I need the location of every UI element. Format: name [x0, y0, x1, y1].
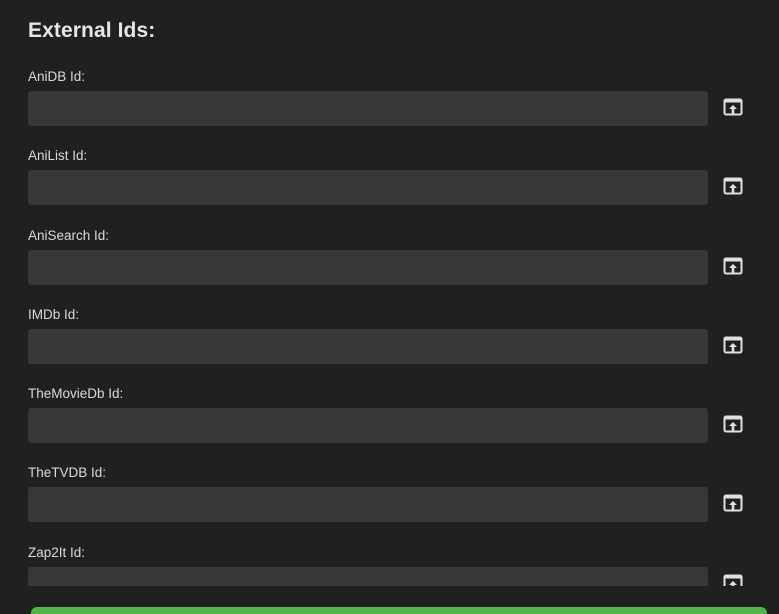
zap2it-id-field: Zap2It Id:: [28, 545, 758, 586]
imdb-id-field: IMDb Id:: [28, 307, 758, 367]
anisearch-id-field: AniSearch Id:: [28, 228, 758, 288]
anisearch-id-lookup-button[interactable]: [720, 252, 746, 280]
external-ids-page: External Ids: AniDB Id: AniList Id: AniS…: [0, 0, 779, 614]
imdb-id-lookup-button[interactable]: [720, 331, 746, 359]
themoviedb-id-input[interactable]: [28, 408, 708, 443]
external-ids-form[interactable]: External Ids: AniDB Id: AniList Id: AniS…: [0, 0, 779, 586]
anisearch-id-label: AniSearch Id:: [28, 228, 110, 243]
open-in-browser-icon: [723, 98, 743, 116]
imdb-id-label: IMDb Id:: [28, 307, 80, 322]
thetvdb-id-input[interactable]: [28, 487, 708, 522]
open-in-browser-icon: [723, 415, 743, 433]
zap2it-id-label: Zap2It Id:: [28, 545, 86, 560]
themoviedb-id-field: TheMovieDb Id:: [28, 386, 758, 446]
anilist-id-input[interactable]: [28, 170, 708, 205]
thetvdb-id-lookup-button[interactable]: [720, 489, 746, 517]
anisearch-id-input[interactable]: [28, 250, 708, 285]
open-in-browser-icon: [723, 336, 743, 354]
anilist-id-field: AniList Id:: [28, 148, 758, 208]
anilist-id-label: AniList Id:: [28, 148, 88, 163]
section-title: External Ids:: [28, 19, 156, 42]
thetvdb-id-field: TheTVDB Id:: [28, 465, 758, 525]
save-button[interactable]: [31, 607, 767, 614]
zap2it-id-input[interactable]: [28, 567, 708, 586]
imdb-id-input[interactable]: [28, 329, 708, 364]
thetvdb-id-label: TheTVDB Id:: [28, 465, 107, 480]
open-in-browser-icon: [723, 257, 743, 275]
anidb-id-input[interactable]: [28, 91, 708, 126]
zap2it-id-lookup-button[interactable]: [720, 569, 746, 586]
open-in-browser-icon: [723, 177, 743, 195]
anidb-id-lookup-button[interactable]: [720, 93, 746, 121]
anidb-id-label: AniDB Id:: [28, 69, 86, 84]
themoviedb-id-lookup-button[interactable]: [720, 410, 746, 438]
anilist-id-lookup-button[interactable]: [720, 172, 746, 200]
anidb-id-field: AniDB Id:: [28, 69, 758, 129]
open-in-browser-icon: [723, 574, 743, 586]
themoviedb-id-label: TheMovieDb Id:: [28, 386, 124, 401]
open-in-browser-icon: [723, 494, 743, 512]
